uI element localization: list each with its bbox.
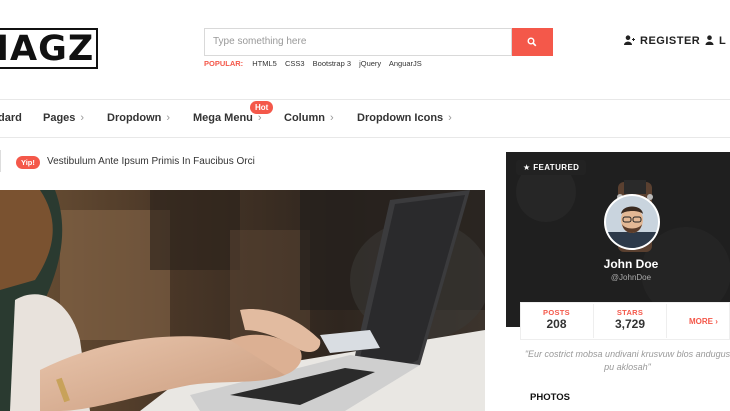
stat-posts[interactable]: POSTS 208	[520, 308, 593, 331]
nav-item-label: Dropdown	[107, 112, 162, 124]
star-icon: ★	[523, 163, 531, 172]
nav-item-label: Dropdown Icons	[357, 112, 444, 124]
user-plus-icon	[624, 35, 635, 45]
nav-item-dropdown-icons[interactable]: Dropdown Icons ›	[357, 112, 452, 124]
more-link[interactable]: MORE ›	[689, 317, 718, 326]
chevron-right-icon: ›	[715, 317, 718, 326]
chevron-right-icon: ›	[80, 112, 85, 124]
chevron-right-icon: ›	[448, 112, 452, 124]
profile-quote: "Eur costrict mobsa undivani krusvuw blo…	[524, 349, 730, 372]
nav-item-pages[interactable]: Pages ›	[43, 112, 84, 124]
ticker-headline[interactable]: Vestibulum Ante Ipsum Primis In Faucibus…	[47, 156, 255, 167]
nav-item-dashboard[interactable]: dard	[0, 112, 22, 124]
login-link[interactable]: L	[705, 35, 726, 47]
search-button[interactable]	[512, 28, 553, 56]
nav-item-column[interactable]: Column ›	[284, 112, 334, 124]
ticker-divider	[0, 150, 1, 172]
stat-stars-label: STARS	[616, 308, 644, 317]
featured-label: ★ FEATURED	[516, 160, 587, 175]
chevron-right-icon: ›	[329, 112, 334, 124]
popular-tag[interactable]: jQuery	[359, 59, 381, 68]
nav-divider-bottom	[0, 137, 730, 138]
profile-name[interactable]: John Doe	[506, 257, 730, 271]
stat-stars[interactable]: STARS 3,729	[594, 308, 666, 331]
popular-tag[interactable]: Bootstrap 3	[313, 59, 351, 68]
stat-divider	[666, 304, 667, 338]
nav-item-dropdown[interactable]: Dropdown ›	[107, 112, 170, 124]
search-icon	[527, 37, 537, 47]
nav-item-label: Pages	[43, 112, 76, 124]
more-label: MORE	[689, 317, 713, 326]
nav-item-mega-menu[interactable]: Mega Menu ›	[193, 112, 262, 124]
popular-tag[interactable]: AnguarJS	[389, 59, 422, 68]
hot-badge: Hot	[250, 101, 274, 114]
stat-stars-value: 3,729	[614, 317, 646, 331]
popular-tag[interactable]: HTML5	[252, 59, 277, 68]
register-label: REGISTER	[640, 35, 701, 47]
chevron-right-icon: ›	[166, 112, 171, 124]
ticker-badge: Yip!	[16, 156, 40, 169]
nav-item-label: dard	[0, 112, 22, 124]
login-label: L	[719, 35, 726, 47]
avatar[interactable]	[604, 194, 660, 250]
hero-image[interactable]	[0, 190, 485, 411]
nav-item-label: Mega Menu	[193, 112, 253, 124]
stat-posts-value: 208	[546, 317, 567, 331]
stat-posts-label: POSTS	[543, 308, 570, 317]
profile-handle: @JohnDoe	[610, 273, 652, 282]
nav-item-label: Column	[284, 112, 325, 124]
featured-text: FEATURED	[533, 163, 580, 172]
laptop-typing-photo-icon	[0, 190, 485, 411]
photos-heading: PHOTOS	[530, 392, 570, 403]
nav-divider-top	[0, 99, 730, 100]
popular-tag[interactable]: CSS3	[285, 59, 305, 68]
avatar-photo-icon	[606, 196, 658, 248]
popular-label: POPULAR:	[204, 59, 244, 68]
user-icon	[705, 35, 714, 45]
search-input[interactable]: Type something here	[204, 28, 512, 56]
popular-tags: POPULAR: HTML5 CSS3 Bootstrap 3 jQuery A…	[204, 59, 428, 68]
register-link[interactable]: REGISTER	[624, 35, 700, 47]
site-logo[interactable]: IAGZ	[0, 28, 98, 69]
